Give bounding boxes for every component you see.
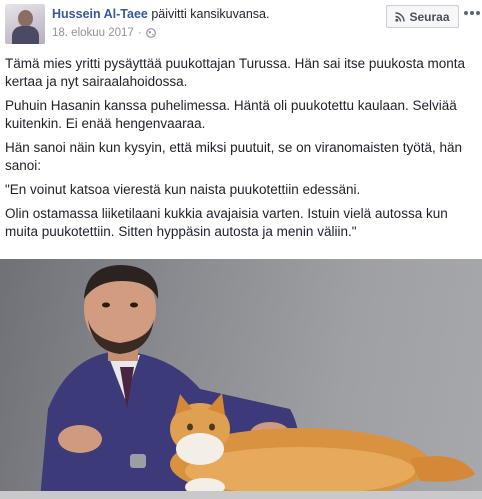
- post-title-line: Hussein Al-Taee päivitti kansikuvansa.: [52, 7, 269, 21]
- follow-button-label: Seuraa: [409, 9, 450, 24]
- avatar[interactable]: [5, 4, 45, 44]
- follow-button[interactable]: Seuraa: [386, 5, 459, 28]
- post-paragraph: Olin ostamassa liiketilaani kukkia avaja…: [5, 206, 448, 239]
- more-options-icon[interactable]: [462, 6, 482, 20]
- post-meta: 18. elokuu 2017 ·: [52, 27, 156, 39]
- post-paragraph: "En voinut katsoa vierestä kun naista pu…: [5, 182, 361, 197]
- post-paragraph: Tämä mies yritti pysäyttää puukottajan T…: [5, 56, 465, 89]
- rss-icon: [395, 11, 406, 22]
- cover-photo-illustration: [0, 265, 482, 499]
- cover-photo[interactable]: [0, 259, 482, 499]
- meta-separator: ·: [137, 27, 142, 39]
- post-header: Hussein Al-Taee päivitti kansikuvansa. 1…: [0, 0, 482, 50]
- author-name-link[interactable]: Hussein Al-Taee: [52, 7, 148, 21]
- post-paragraph: Hän sanoi näin kun kysyin, että miksi pu…: [5, 140, 462, 173]
- post-date-link[interactable]: 18. elokuu 2017: [52, 27, 134, 39]
- post-text: Tämä mies yritti pysäyttää puukottajan T…: [5, 55, 475, 247]
- globe-icon[interactable]: [145, 28, 156, 38]
- post-paragraph: Puhuin Hasanin kanssa puhelimessa. Häntä…: [5, 98, 457, 131]
- post-action-text: päivitti kansikuvansa.: [147, 7, 270, 21]
